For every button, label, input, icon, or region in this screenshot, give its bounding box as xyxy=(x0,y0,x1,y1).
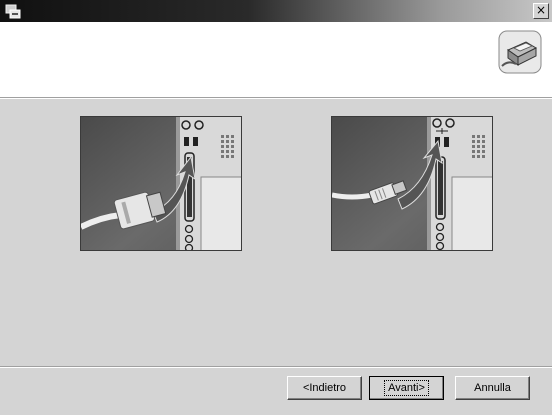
installer-window: × <Indietro Avanti> Annulla xyxy=(0,0,552,415)
next-button-label: Avanti> xyxy=(384,380,429,396)
installer-icon[interactable] xyxy=(4,2,22,20)
close-button[interactable]: × xyxy=(533,3,549,19)
header-panel xyxy=(0,22,552,97)
header-divider xyxy=(0,97,552,99)
next-button[interactable]: Avanti> xyxy=(369,376,444,400)
cancel-button[interactable]: Annulla xyxy=(455,376,530,400)
footer-divider xyxy=(0,366,552,368)
back-button[interactable]: <Indietro xyxy=(287,376,362,400)
usb-cable-illustration xyxy=(331,116,493,251)
title-bar[interactable]: × xyxy=(0,0,552,22)
printer-icon xyxy=(498,30,542,74)
parallel-cable-illustration xyxy=(80,116,242,251)
